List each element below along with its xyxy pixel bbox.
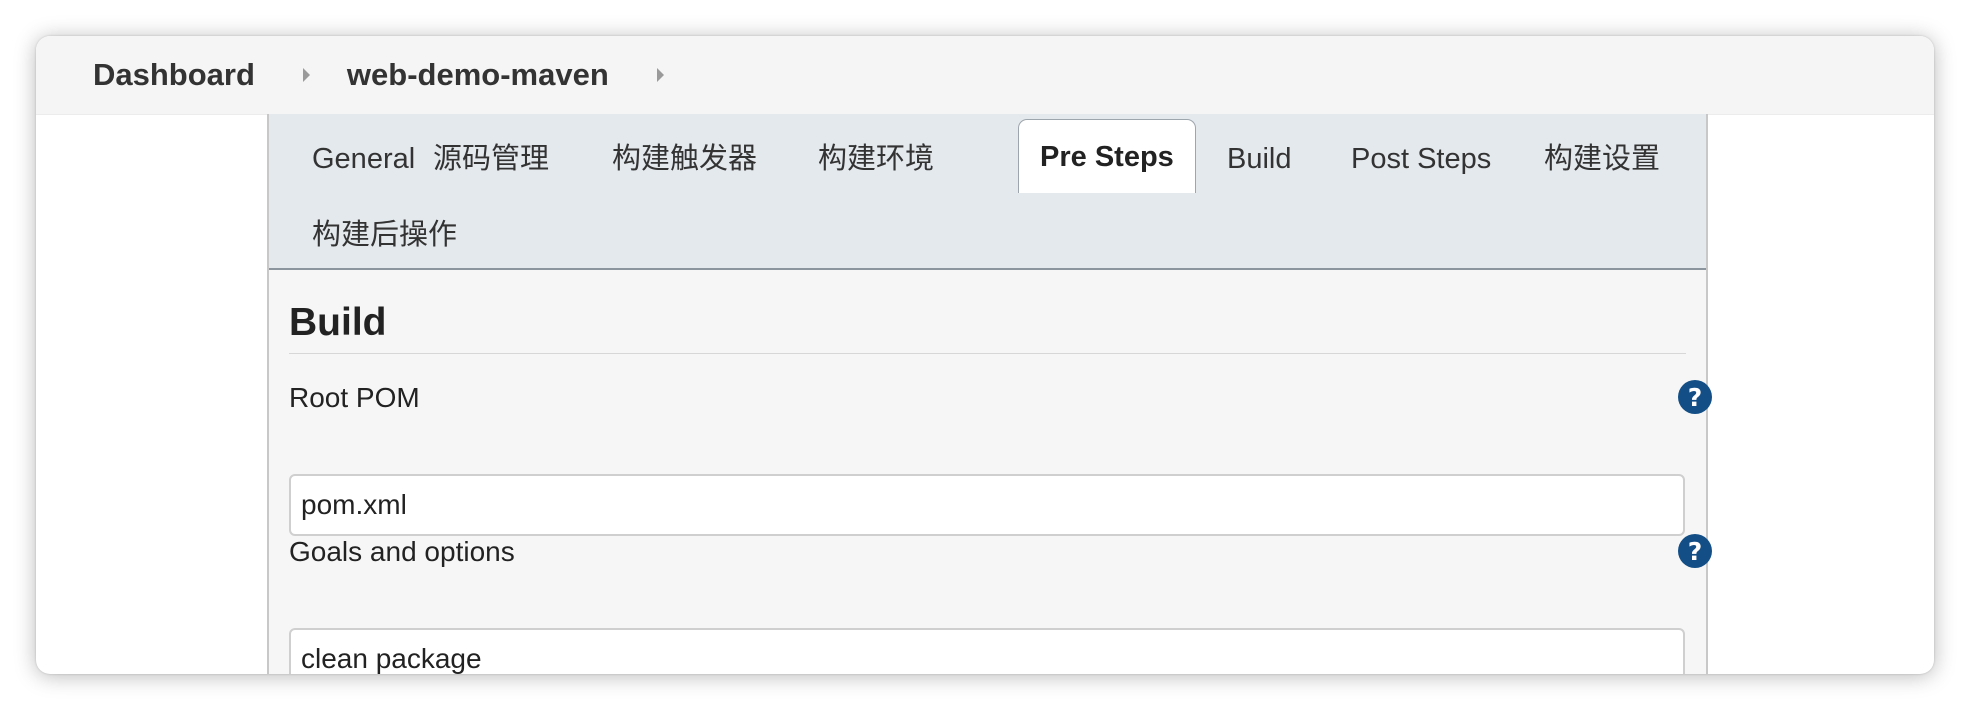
config-panel: General 源码管理 构建触发器 构建环境 Pre Steps Build … [267, 114, 1712, 674]
tab-build-environment[interactable]: 构建环境 [818, 142, 934, 176]
section-title: Build [289, 301, 387, 344]
goals-options-input[interactable] [289, 628, 1685, 674]
breadcrumb-dashboard[interactable]: Dashboard [93, 57, 255, 93]
tab-general[interactable]: General [312, 142, 415, 176]
breadcrumb-separator-icon[interactable] [656, 68, 664, 82]
section-divider [289, 353, 1686, 354]
browser-window: Dashboard web-demo-maven General 源码管理 构建… [36, 36, 1934, 674]
breadcrumb-separator-icon[interactable] [302, 68, 310, 82]
tab-build-settings[interactable]: 构建设置 [1544, 142, 1660, 176]
tab-post-steps[interactable]: Post Steps [1351, 142, 1491, 176]
tab-build-triggers[interactable]: 构建触发器 [612, 142, 757, 176]
help-icon[interactable]: ? [1678, 380, 1712, 414]
root-pom-label: Root POM [289, 382, 420, 413]
breadcrumb: Dashboard web-demo-maven [36, 36, 1934, 115]
breadcrumb-job[interactable]: web-demo-maven [347, 57, 609, 93]
help-icon[interactable]: ? [1678, 534, 1712, 568]
goals-options-label: Goals and options [289, 536, 515, 567]
tab-build[interactable]: Build [1227, 142, 1292, 176]
tab-post-build-actions[interactable]: 构建后操作 [312, 218, 457, 252]
tab-pre-steps[interactable]: Pre Steps [1018, 119, 1196, 193]
config-tab-bar: General 源码管理 构建触发器 构建环境 Pre Steps Build … [269, 114, 1706, 270]
tab-source-code-management[interactable]: 源码管理 [433, 142, 549, 176]
root-pom-input[interactable] [289, 474, 1685, 536]
